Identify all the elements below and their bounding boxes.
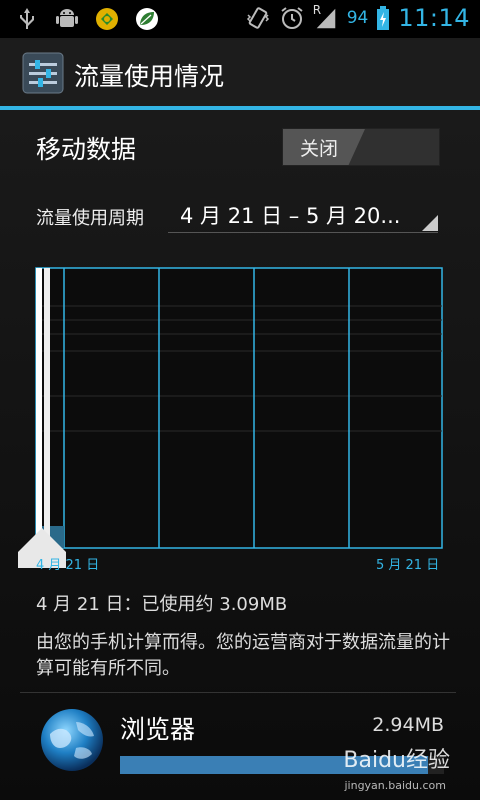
app-notification-icon <box>94 6 120 32</box>
chart-frame <box>35 267 443 549</box>
signal-icon: R <box>312 3 339 31</box>
cycle-label: 流量使用周期 <box>36 208 144 229</box>
sliders-settings-icon[interactable] <box>22 52 64 94</box>
cycle-value: 4 月 21 日 – 5 月 20... <box>180 204 401 228</box>
vibrate-icon <box>245 5 271 31</box>
notification-icons <box>14 6 160 32</box>
battery-percent: 94 <box>346 8 369 28</box>
globe-icon <box>40 708 104 772</box>
page-title: 流量使用情况 <box>74 62 225 91</box>
mobile-data-label: 移动数据 <box>36 135 137 164</box>
mobile-data-toggle[interactable]: 关闭 <box>282 128 440 166</box>
chart-start-tick: 4 月 21 日 <box>36 558 100 573</box>
divider <box>20 692 456 693</box>
leaf-app-icon <box>134 6 160 32</box>
baidu-watermark-url: jingyan.baidu.com <box>344 779 446 792</box>
clock: 11:14 <box>398 4 470 32</box>
android-debug-icon <box>54 6 80 32</box>
carrier-note: 由您的手机计算而得。您的运营商对于数据流量的计算可能有所不同。 <box>36 632 450 679</box>
app-usage-size: 2.94MB <box>372 714 444 736</box>
usage-chart[interactable]: 4 月 21 日 5 月 21 日 <box>14 256 454 586</box>
data-usage-content: 移动数据 关闭 流量使用周期 4 月 21 日 – 5 月 20... 4 月 … <box>0 110 480 800</box>
signal-type: R <box>312 3 322 17</box>
cycle-spinner[interactable]: 4 月 21 日 – 5 月 20... <box>168 190 438 233</box>
baidu-watermark: Baidu经验 <box>343 748 450 773</box>
battery-icon <box>376 5 390 31</box>
alarm-icon <box>279 5 305 31</box>
toggle-off-label: 关闭 <box>283 129 365 165</box>
chart-end-tick: 5 月 21 日 <box>376 558 440 573</box>
toggle-label: 关闭 <box>299 137 338 160</box>
spinner-arrow-icon <box>422 215 438 231</box>
usb-icon <box>14 6 40 32</box>
action-bar: 流量使用情况 <box>0 38 480 110</box>
status-bar: R 94 11:14 <box>0 0 480 38</box>
app-name: 浏览器 <box>120 715 196 744</box>
usage-summary: 4 月 21 日：已使用约 3.09MB <box>36 594 288 615</box>
system-icons: R 94 11:14 <box>245 3 470 32</box>
